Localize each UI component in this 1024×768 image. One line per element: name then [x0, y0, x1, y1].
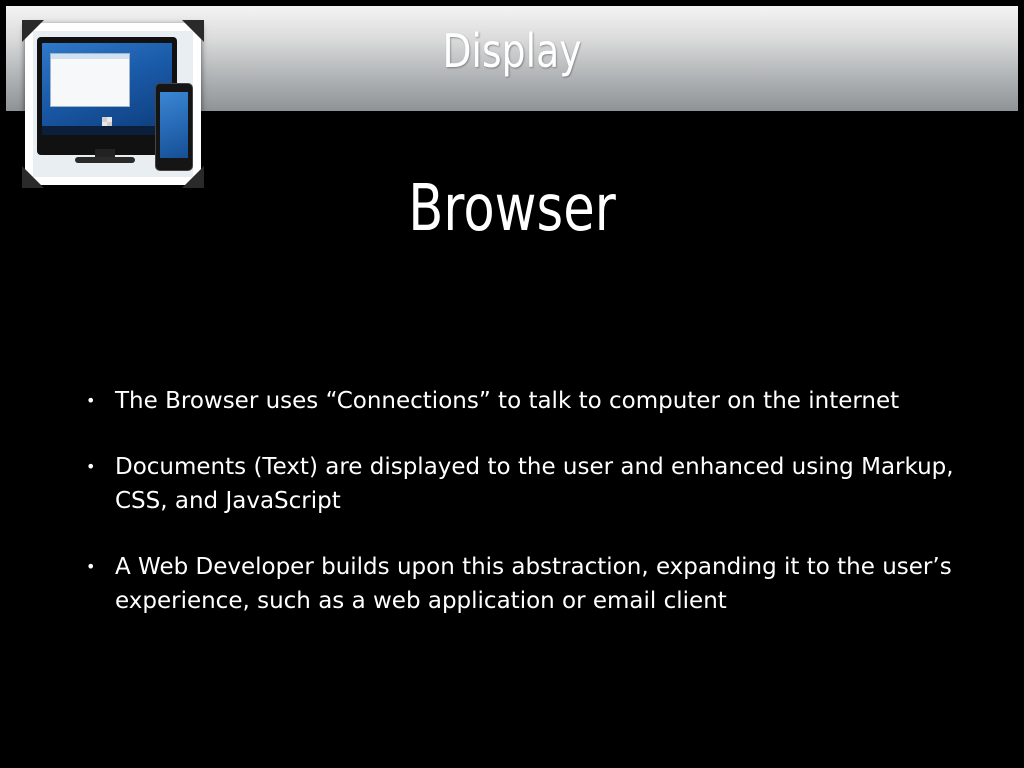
bullet-text: The Browser uses “Connections” to talk t… [115, 388, 900, 414]
bullet-list: • The Browser uses “Connections” to talk… [86, 384, 966, 650]
bullet-item: • The Browser uses “Connections” to talk… [86, 384, 966, 418]
photo-frame [22, 20, 204, 188]
bullet-item: • A Web Developer builds upon this abstr… [86, 550, 966, 618]
bullet-dot-icon: • [86, 557, 96, 576]
header-title: Display [442, 24, 582, 78]
monitor-and-tablet-icon [33, 31, 193, 177]
monitor-base [75, 157, 135, 163]
tablet-icon [155, 83, 193, 171]
bullet-dot-icon: • [86, 391, 96, 410]
bullet-text: Documents (Text) are displayed to the us… [115, 454, 954, 514]
slide-title: Browser [408, 172, 616, 246]
window-title-bar [51, 54, 129, 59]
bullet-dot-icon: • [86, 457, 96, 476]
slide: Display Browser • The Browser uses “Conn… [0, 0, 1024, 768]
window-icon [50, 53, 130, 107]
monitor-screen [42, 43, 172, 135]
taskbar [42, 126, 172, 135]
bullet-text: A Web Developer builds upon this abstrac… [115, 554, 952, 614]
tablet-screen [160, 92, 188, 158]
bullet-item: • Documents (Text) are displayed to the … [86, 450, 966, 518]
